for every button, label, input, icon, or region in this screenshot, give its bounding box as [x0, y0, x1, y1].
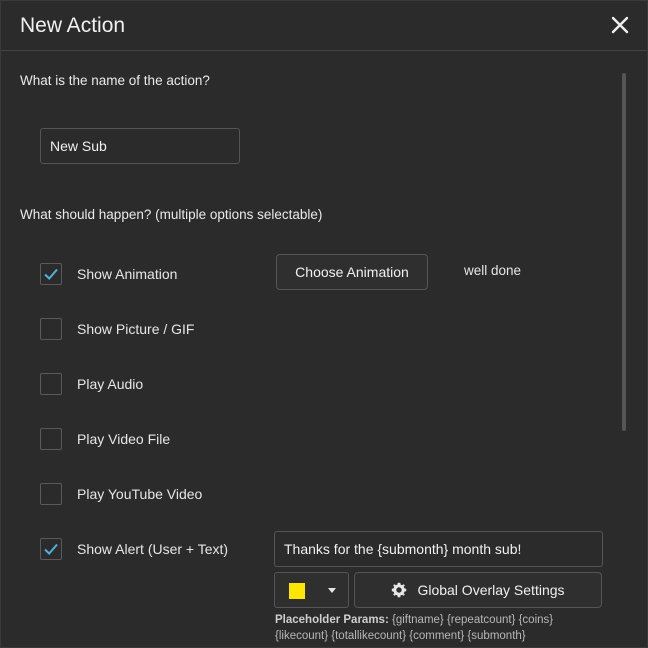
play-audio-label: Play Audio [77, 376, 144, 392]
play-youtube-label: Play YouTube Video [77, 486, 203, 502]
global-overlay-settings-button[interactable]: Global Overlay Settings [354, 572, 602, 608]
dialog-titlebar: New Action [1, 1, 647, 51]
play-video-file-label: Play Video File [77, 431, 171, 447]
alert-text-input[interactable] [274, 531, 603, 567]
choose-animation-button[interactable]: Choose Animation [276, 254, 428, 290]
show-animation-label: Show Animation [77, 266, 178, 282]
global-overlay-settings-label: Global Overlay Settings [417, 582, 565, 598]
new-action-dialog: New Action What is the name of the actio… [0, 0, 648, 648]
show-animation-checkbox[interactable] [40, 263, 62, 285]
close-icon[interactable] [607, 12, 633, 38]
play-video-file-checkbox[interactable] [40, 428, 62, 450]
show-picture-label: Show Picture / GIF [77, 321, 195, 337]
selected-animation-name: well done [464, 263, 522, 278]
gear-icon [392, 582, 407, 598]
action-name-input[interactable] [40, 128, 240, 164]
show-alert-checkbox[interactable] [40, 538, 62, 560]
dialog-title: New Action [20, 14, 126, 37]
name-question-label: What is the name of the action? [20, 73, 210, 88]
play-youtube-checkbox[interactable] [40, 483, 62, 505]
placeholder-params-title: Placeholder Params: [275, 614, 389, 626]
placeholder-params: Placeholder Params: {giftname} {repeatco… [275, 612, 605, 644]
alert-color-picker[interactable] [274, 572, 349, 608]
play-audio-checkbox[interactable] [40, 373, 62, 395]
chevron-down-icon [328, 588, 336, 593]
show-alert-label: Show Alert (User + Text) [77, 541, 229, 557]
color-swatch [289, 583, 305, 599]
scrollbar[interactable] [622, 73, 626, 431]
show-picture-checkbox[interactable] [40, 318, 62, 340]
options-question-label: What should happen? (multiple options se… [20, 207, 323, 222]
